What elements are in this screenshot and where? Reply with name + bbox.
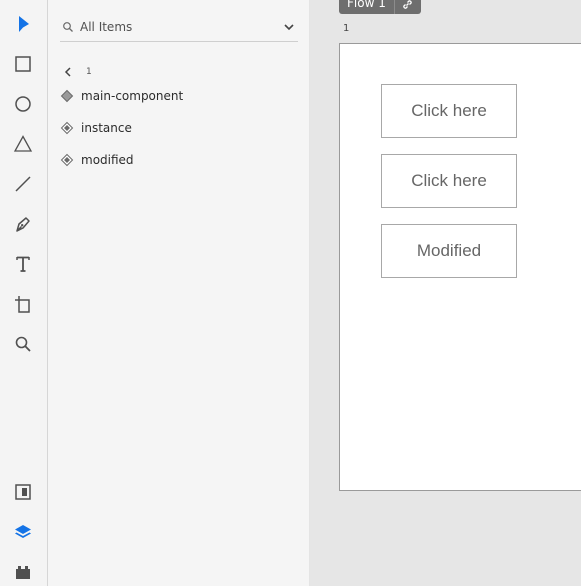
line-tool-button[interactable]	[11, 172, 35, 196]
modified-button[interactable]: Modified	[381, 224, 517, 278]
component-icon	[60, 89, 74, 103]
line-icon	[15, 176, 31, 192]
layer-item-modified[interactable]: modified	[60, 149, 296, 171]
polygon-tool-button[interactable]	[11, 132, 35, 156]
breadcrumb: 1	[62, 64, 92, 80]
assets-icon	[15, 484, 31, 500]
layers-search	[60, 14, 298, 42]
flow-label: Flow 1	[347, 0, 386, 10]
layers-panel: 1 main-component instance modified	[48, 0, 309, 586]
link-icon	[403, 0, 413, 9]
layer-label: instance	[81, 121, 132, 135]
artboard-tool-button[interactable]	[11, 292, 35, 316]
rectangle-icon	[15, 56, 31, 72]
flow-link-button[interactable]	[393, 0, 421, 14]
layers-panel-button[interactable]	[11, 520, 35, 544]
artboard[interactable]: Click here Click here Modified	[339, 43, 581, 491]
plugins-panel-button[interactable]	[11, 560, 35, 584]
assets-panel-button[interactable]	[11, 480, 35, 504]
artboard-label[interactable]: 1	[343, 23, 349, 34]
chevron-left-icon	[64, 67, 71, 77]
component-icon	[60, 121, 74, 135]
layers-icon	[15, 525, 31, 538]
component-icon	[60, 153, 74, 167]
layer-label: main-component	[81, 89, 184, 103]
layer-item-main-component[interactable]: main-component	[60, 85, 296, 107]
layers-search-input[interactable]	[80, 19, 270, 35]
layer-item-instance[interactable]: instance	[60, 117, 296, 139]
ellipse-icon	[15, 96, 31, 112]
click-here-button[interactable]: Click here	[381, 84, 517, 138]
search-icon	[63, 22, 73, 32]
plugins-icon	[16, 566, 30, 579]
zoom-tool-button[interactable]	[11, 332, 35, 356]
chevron-down-icon[interactable]	[282, 20, 296, 34]
layer-label: modified	[81, 153, 134, 167]
triangle-icon	[13, 135, 33, 152]
select-tool-button[interactable]	[11, 12, 35, 36]
pen-tool-button[interactable]	[11, 212, 35, 236]
artboard-icon	[15, 296, 30, 313]
breadcrumb-label: 1	[86, 67, 92, 77]
select-arrow-icon	[19, 16, 29, 32]
design-canvas[interactable]: Flow 1 1 Click here Click here Modified	[310, 0, 581, 586]
pen-icon	[16, 217, 30, 232]
flow-tag[interactable]: Flow 1	[339, 0, 421, 14]
tools-toolbar	[0, 0, 48, 586]
text-icon	[16, 256, 30, 272]
rectangle-tool-button[interactable]	[11, 52, 35, 76]
ellipse-tool-button[interactable]	[11, 92, 35, 116]
zoom-icon	[15, 336, 31, 352]
click-here-button-instance[interactable]: Click here	[381, 154, 517, 208]
text-tool-button[interactable]	[11, 252, 35, 276]
back-button[interactable]	[62, 65, 74, 79]
